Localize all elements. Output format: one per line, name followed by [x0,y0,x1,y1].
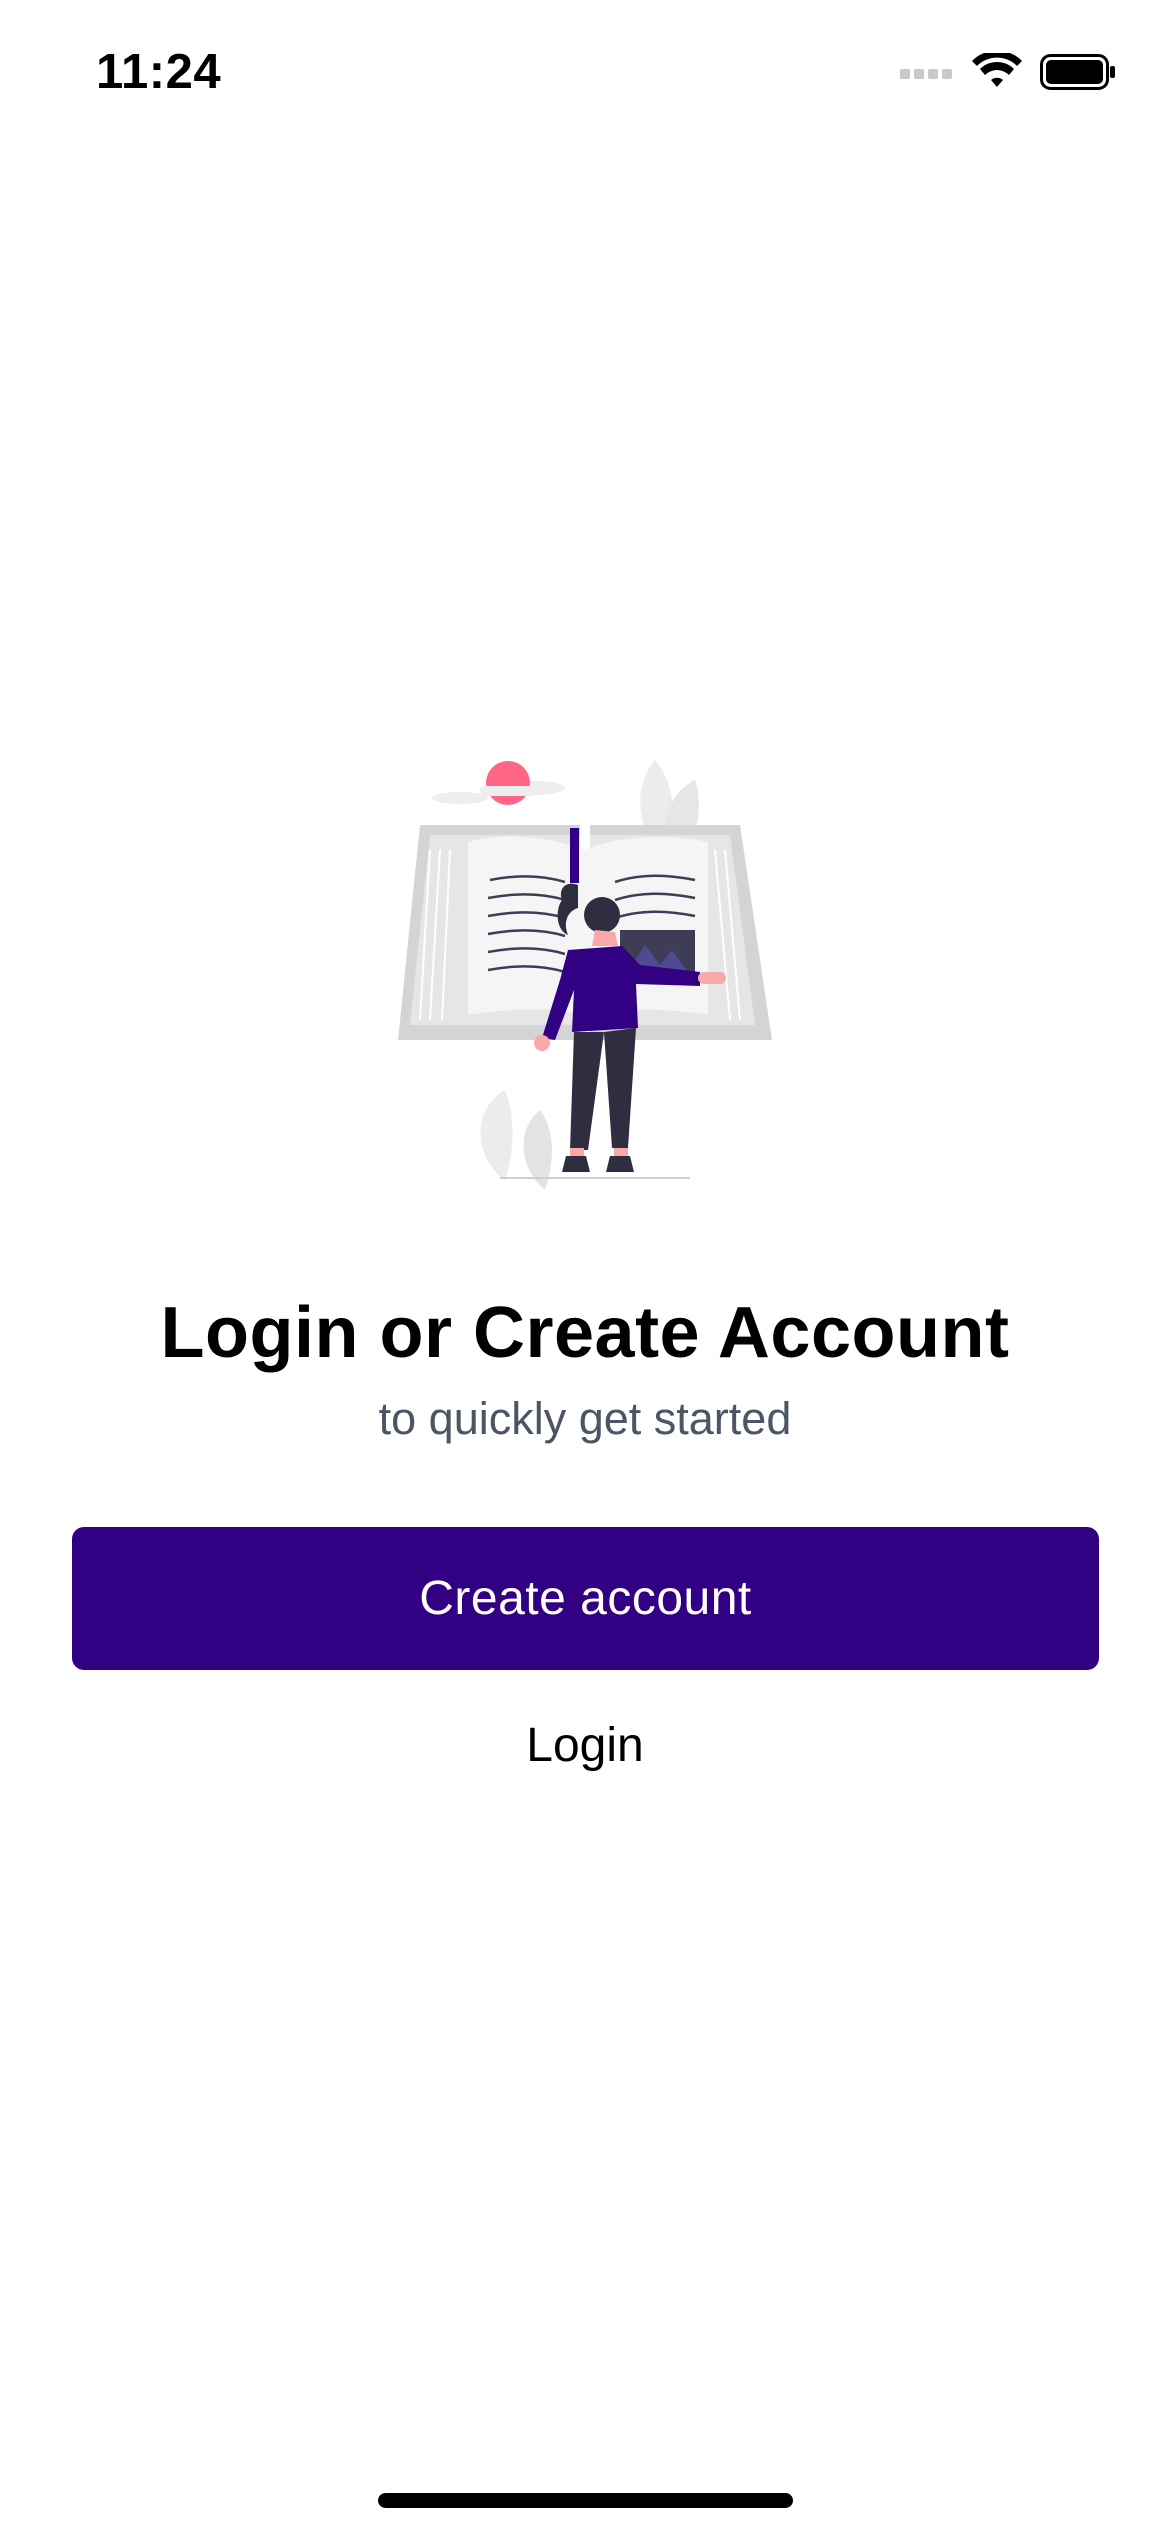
create-account-button[interactable]: Create account [72,1527,1099,1670]
page-subtitle: to quickly get started [378,1393,792,1444]
create-account-label: Create account [419,1572,752,1625]
home-indicator [378,2493,793,2508]
signal-icon [900,69,952,79]
battery-icon [1040,54,1115,90]
status-bar: 11:24 [0,0,1170,150]
login-button[interactable]: Login [435,1700,735,1790]
status-time: 11:24 [96,45,222,99]
wifi-icon [972,53,1022,87]
status-icons [900,52,1116,92]
page-title: Login or Create Account [160,1293,1010,1373]
login-label: Login [526,1718,644,1772]
reading-woman-book-illustration [398,760,772,1190]
